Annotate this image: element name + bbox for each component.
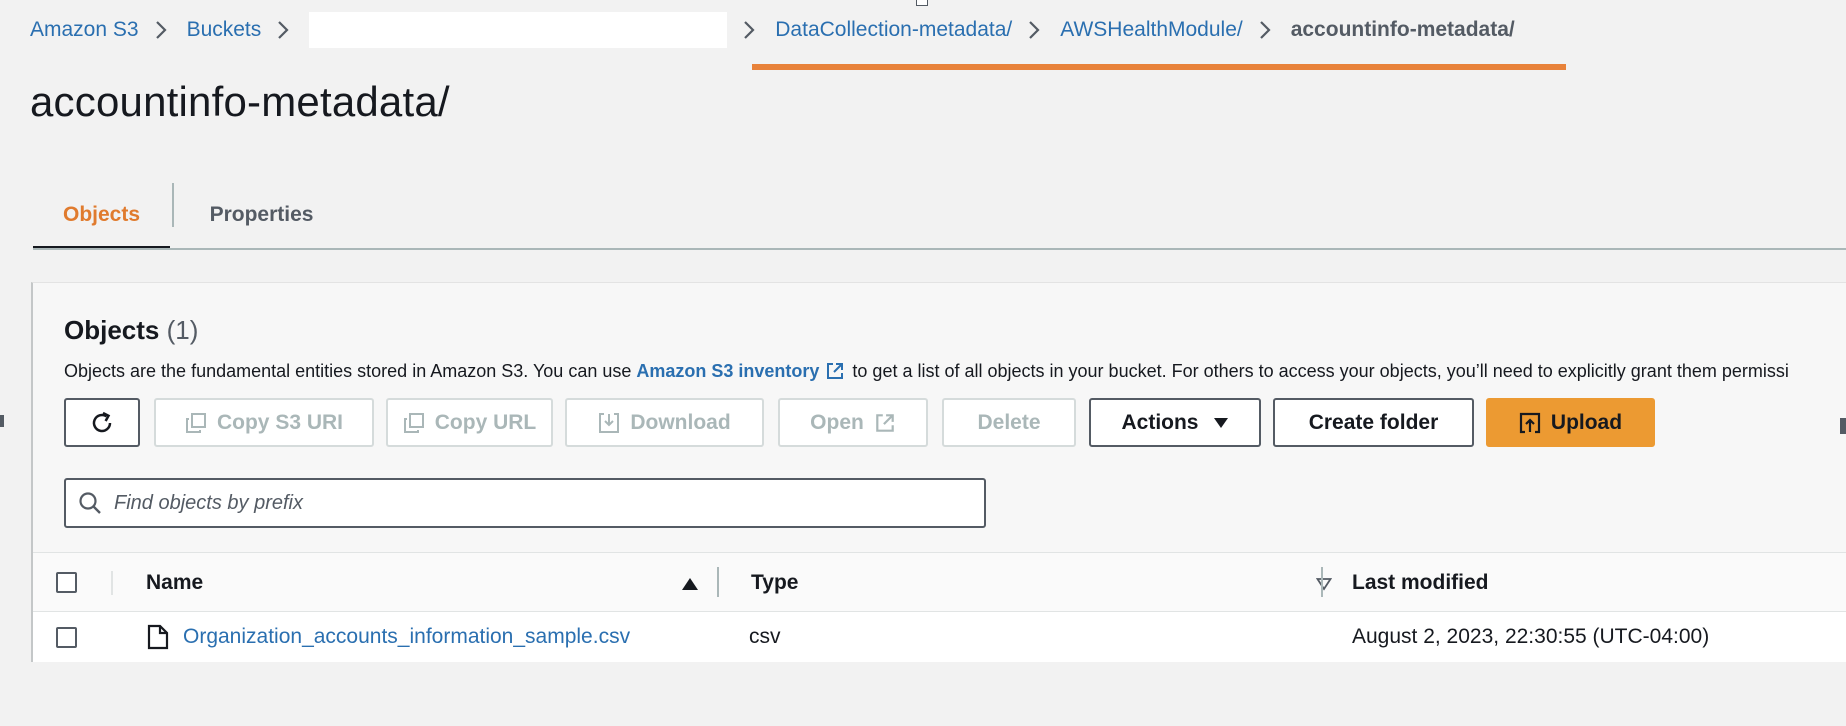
actions-label: Actions bbox=[1121, 410, 1199, 434]
objects-heading-label: Objects bbox=[64, 315, 160, 345]
tab-bar: Objects Properties bbox=[33, 180, 1846, 250]
copy-url-button[interactable]: Copy URL bbox=[386, 398, 553, 447]
open-button[interactable]: Open bbox=[778, 398, 928, 447]
caret-down-icon bbox=[1213, 417, 1228, 428]
sort-ascending-icon[interactable] bbox=[681, 577, 699, 591]
upload-icon bbox=[1519, 412, 1541, 433]
copy-icon bbox=[403, 412, 424, 433]
column-resizer[interactable] bbox=[717, 567, 719, 597]
left-edge-marker bbox=[0, 415, 4, 427]
upload-button[interactable]: Upload bbox=[1486, 398, 1655, 447]
breadcrumb-amazon-s3[interactable]: Amazon S3 bbox=[30, 18, 139, 42]
objects-panel: Objects (1) Objects are the fundamental … bbox=[31, 282, 1846, 662]
column-header-type[interactable]: Type bbox=[751, 571, 798, 595]
file-icon bbox=[147, 624, 169, 650]
page-title: accountinfo-metadata/ bbox=[30, 78, 450, 125]
highlight-underline bbox=[752, 64, 1566, 70]
table-header: Name Type Last modified bbox=[33, 552, 1846, 612]
chevron-right-icon bbox=[741, 20, 761, 40]
copy-s3-uri-button[interactable]: Copy S3 URI bbox=[154, 398, 374, 447]
breadcrumb-bucket-redacted[interactable] bbox=[309, 12, 728, 48]
sort-toggle-icon[interactable] bbox=[1316, 577, 1332, 591]
actions-dropdown-button[interactable]: Actions bbox=[1089, 398, 1261, 447]
refresh-icon bbox=[92, 411, 112, 432]
search-input[interactable] bbox=[114, 491, 974, 515]
copy-icon bbox=[185, 412, 206, 433]
download-button[interactable]: Download bbox=[565, 398, 764, 447]
scroll-indicator bbox=[1840, 418, 1846, 434]
object-last-modified: August 2, 2023, 22:30:55 (UTC-04:00) bbox=[1352, 625, 1710, 648]
column-header-name[interactable]: Name bbox=[146, 571, 203, 595]
download-label: Download bbox=[630, 410, 731, 434]
tab-properties[interactable]: Properties bbox=[174, 180, 349, 250]
breadcrumb-current: accountinfo-metadata/ bbox=[1290, 18, 1515, 41]
chevron-right-icon bbox=[1026, 20, 1046, 40]
s3-inventory-link[interactable]: Amazon S3 inventory bbox=[636, 361, 819, 381]
create-folder-button[interactable]: Create folder bbox=[1273, 398, 1474, 447]
tab-objects[interactable]: Objects bbox=[33, 180, 170, 250]
download-icon bbox=[599, 412, 620, 433]
objects-description: Objects are the fundamental entities sto… bbox=[64, 361, 1789, 382]
top-edge-marker bbox=[916, 0, 928, 6]
chevron-right-icon bbox=[153, 20, 173, 40]
copy-s3-uri-label: Copy S3 URI bbox=[216, 410, 344, 434]
search-icon bbox=[79, 492, 101, 514]
breadcrumb: Amazon S3 Buckets DataCollection-metadat… bbox=[30, 12, 1515, 48]
select-all-checkbox[interactable] bbox=[56, 572, 77, 593]
breadcrumb-buckets[interactable]: Buckets bbox=[187, 18, 262, 42]
description-text: Objects are the fundamental entities sto… bbox=[64, 361, 637, 381]
column-header-last-modified[interactable]: Last modified bbox=[1352, 571, 1489, 595]
delete-button[interactable]: Delete bbox=[942, 398, 1076, 447]
description-text-cont: to get a list of all objects in your buc… bbox=[847, 361, 1789, 381]
row-checkbox[interactable] bbox=[56, 627, 77, 648]
search-box[interactable] bbox=[64, 478, 986, 528]
refresh-button[interactable] bbox=[64, 398, 140, 447]
tab-baseline bbox=[33, 248, 1846, 250]
object-name-link[interactable]: Organization_accounts_information_sample… bbox=[183, 625, 630, 649]
column-separator bbox=[111, 571, 113, 595]
breadcrumb-datacollection-metadata[interactable]: DataCollection-metadata/ bbox=[775, 18, 1012, 42]
objects-count: (1) bbox=[166, 315, 199, 345]
open-label: Open bbox=[810, 410, 864, 434]
column-resizer[interactable] bbox=[1321, 567, 1323, 597]
external-link-icon bbox=[876, 413, 894, 432]
chevron-right-icon bbox=[275, 20, 295, 40]
table-row: Organization_accounts_information_sample… bbox=[33, 612, 1846, 662]
breadcrumb-awshealthmodule[interactable]: AWSHealthModule/ bbox=[1060, 18, 1242, 42]
upload-label: Upload bbox=[1550, 410, 1623, 434]
external-link-icon[interactable] bbox=[825, 361, 845, 381]
objects-heading: Objects (1) bbox=[64, 315, 198, 346]
chevron-right-icon bbox=[1257, 20, 1277, 40]
object-type: csv bbox=[749, 625, 781, 648]
copy-url-label: Copy URL bbox=[434, 410, 537, 434]
